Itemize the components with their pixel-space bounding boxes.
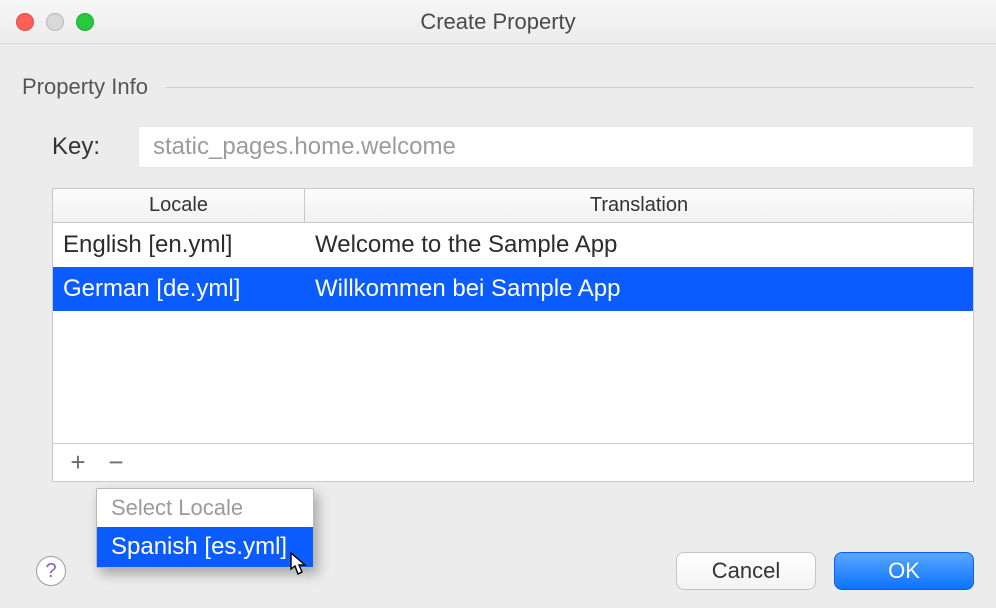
cell-locale: German [de.yml] (53, 275, 305, 303)
window-controls (16, 13, 94, 31)
popup-heading: Select Locale (97, 489, 313, 527)
window-title: Create Property (420, 9, 575, 35)
cell-locale: English [en.yml] (53, 231, 305, 259)
section-title: Property Info (22, 74, 148, 100)
zoom-window-button[interactable] (76, 13, 94, 31)
cell-translation[interactable]: Welcome to the Sample App (305, 231, 973, 259)
key-input-value: static_pages.home.welcome (153, 133, 456, 161)
section-divider (166, 87, 974, 88)
plus-icon: + (70, 447, 85, 478)
popup-item-label: Spanish [es.yml] (111, 533, 287, 560)
locale-popup-menu[interactable]: Select Locale Spanish [es.yml] (96, 488, 314, 568)
table-row[interactable]: English [en.yml] Welcome to the Sample A… (53, 223, 973, 267)
ok-button-label: OK (888, 558, 920, 584)
minus-icon: − (108, 447, 123, 478)
help-icon: ? (45, 560, 56, 583)
key-input[interactable]: static_pages.home.welcome (138, 126, 974, 168)
section-header: Property Info (22, 74, 974, 100)
column-header-translation[interactable]: Translation (305, 189, 973, 222)
cancel-button-label: Cancel (712, 558, 780, 584)
ok-button[interactable]: OK (834, 552, 974, 590)
cell-translation[interactable]: Willkommen bei Sample App (305, 275, 973, 303)
add-row-button[interactable]: + (61, 448, 95, 478)
cancel-button[interactable]: Cancel (676, 552, 816, 590)
column-header-locale[interactable]: Locale (53, 189, 305, 222)
dialog-window: Create Property Property Info Key: stati… (0, 0, 996, 608)
key-row: Key: static_pages.home.welcome (52, 126, 974, 168)
table-footer: + − (53, 443, 973, 481)
table-body: English [en.yml] Welcome to the Sample A… (53, 223, 973, 443)
table-header: Locale Translation (53, 189, 973, 223)
minimize-window-button (46, 13, 64, 31)
remove-row-button[interactable]: − (99, 448, 133, 478)
table-row[interactable]: German [de.yml] Willkommen bei Sample Ap… (53, 267, 973, 311)
dialog-content: Property Info Key: static_pages.home.wel… (0, 44, 996, 504)
popup-item[interactable]: Spanish [es.yml] (97, 527, 313, 567)
close-window-button[interactable] (16, 13, 34, 31)
key-label: Key: (52, 133, 138, 161)
help-button[interactable]: ? (36, 556, 66, 586)
titlebar: Create Property (0, 0, 996, 44)
locale-table: Locale Translation English [en.yml] Welc… (52, 188, 974, 482)
